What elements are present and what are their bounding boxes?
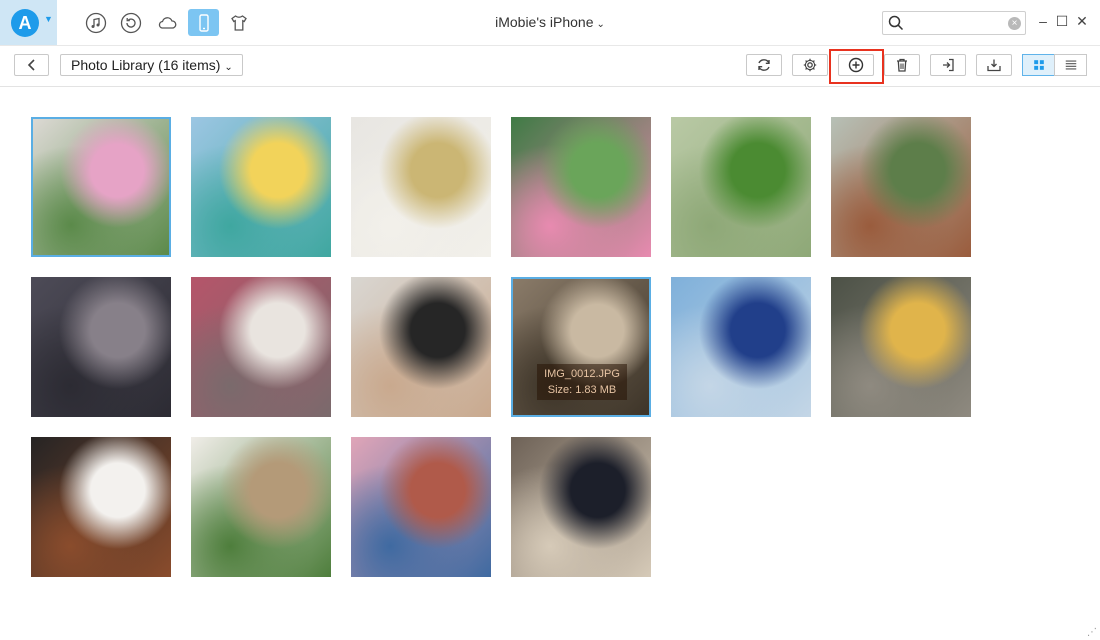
photo-thumbnail[interactable] <box>671 277 811 417</box>
photo-thumbnail[interactable] <box>351 117 491 257</box>
search-icon <box>888 15 904 31</box>
download-tray-icon <box>987 59 1001 72</box>
photo-thumbnail[interactable] <box>31 277 171 417</box>
chevron-down-icon: ⌄ <box>596 19 605 30</box>
photo-thumbnail[interactable] <box>351 277 491 417</box>
chevron-left-icon <box>27 59 35 71</box>
minimize-button[interactable]: – <box>1035 13 1051 29</box>
send-to-computer-button[interactable] <box>976 54 1012 76</box>
photo-thumbnail[interactable] <box>31 437 171 577</box>
list-icon <box>1065 60 1076 70</box>
refresh-icon <box>758 59 770 71</box>
photo-thumbnail[interactable] <box>831 117 971 257</box>
delete-button[interactable] <box>884 54 920 76</box>
anytrans-logo-icon: A <box>11 9 39 37</box>
cloud-icon[interactable] <box>155 11 179 35</box>
photo-thumbnail[interactable] <box>191 437 331 577</box>
resize-grip-icon[interactable]: ⋰ <box>1087 627 1097 638</box>
photo-filename: IMG_0012.JPG <box>544 368 620 380</box>
photo-thumbnail[interactable] <box>831 277 971 417</box>
title-bar: A ▼ iMobie's iPhone ⌄ × – ☐ ✕ <box>0 0 1100 46</box>
photo-thumbnail[interactable] <box>671 117 811 257</box>
send-to-device-button[interactable] <box>930 54 966 76</box>
phone-icon[interactable] <box>188 9 219 36</box>
music-icon[interactable] <box>84 11 108 35</box>
add-button-highlight <box>829 49 884 84</box>
settings-button[interactable] <box>792 54 828 76</box>
device-name: iMobie's iPhone <box>495 14 594 30</box>
toolbar: Photo Library (16 items) ⌄ <box>0 46 1100 87</box>
grid-icon <box>1033 60 1044 70</box>
library-selector[interactable]: Photo Library (16 items) ⌄ <box>60 54 243 76</box>
photo-thumbnail[interactable] <box>511 117 651 257</box>
close-button[interactable]: ✕ <box>1074 13 1090 29</box>
library-label: Photo Library (16 items) <box>71 57 221 73</box>
trash-icon <box>897 58 907 72</box>
photo-thumbnail[interactable]: IMG_0012.JPG Size: 1.83 MB <box>511 277 651 417</box>
list-view-button[interactable] <box>1054 54 1087 76</box>
device-selector[interactable]: iMobie's iPhone ⌄ <box>450 14 650 30</box>
app-logo-button[interactable]: A ▼ <box>0 0 57 45</box>
gear-icon <box>803 58 817 72</box>
grid-view-button[interactable] <box>1022 54 1055 76</box>
maximize-button[interactable]: ☐ <box>1054 13 1070 29</box>
photo-thumbnail[interactable] <box>191 117 331 257</box>
photo-thumbnail[interactable] <box>511 437 651 577</box>
photo-thumbnail[interactable] <box>31 117 171 257</box>
photo-thumbnail[interactable] <box>191 277 331 417</box>
clear-search-icon[interactable]: × <box>1008 17 1021 30</box>
import-icon <box>943 58 954 72</box>
photo-info-overlay: IMG_0012.JPG Size: 1.83 MB <box>537 364 627 400</box>
photo-thumbnail[interactable] <box>351 437 491 577</box>
tshirt-icon[interactable] <box>227 11 251 35</box>
photo-size: Size: 1.83 MB <box>547 384 617 396</box>
chevron-down-icon: ▼ <box>44 14 53 24</box>
chevron-down-icon: ⌄ <box>224 62 233 73</box>
back-button[interactable] <box>14 54 49 76</box>
search-input[interactable]: × <box>882 11 1026 35</box>
refresh-button[interactable] <box>746 54 782 76</box>
restore-icon[interactable] <box>119 11 143 35</box>
